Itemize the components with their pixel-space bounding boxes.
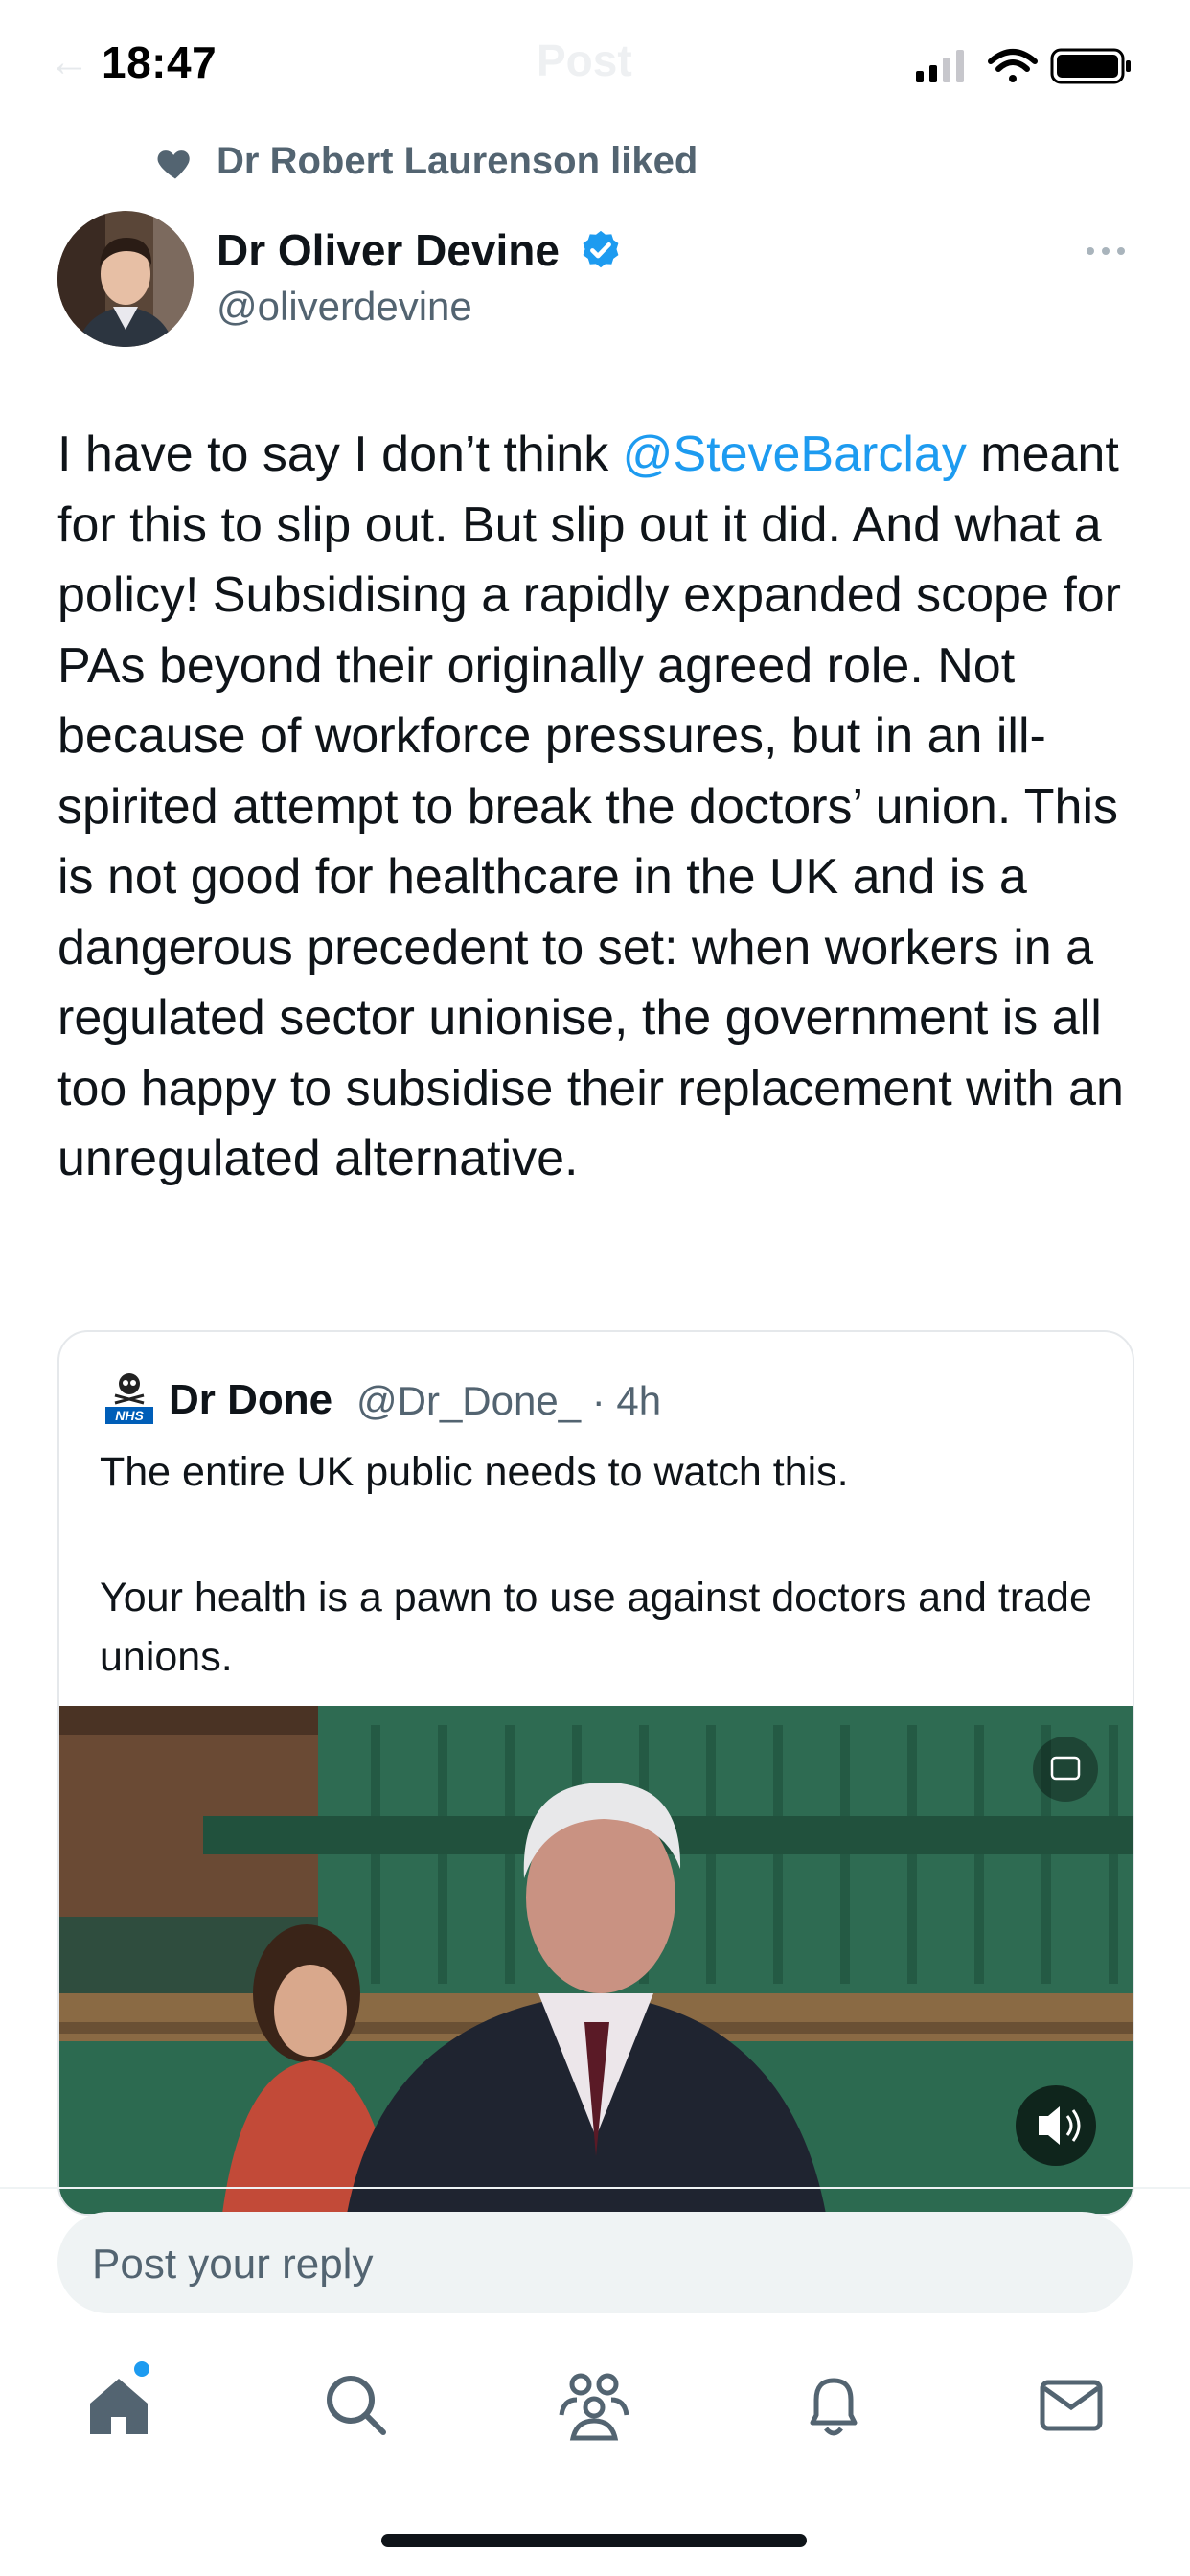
heart-icon: [157, 150, 190, 179]
battery-icon: [1050, 48, 1131, 84]
verified-badge-icon: [583, 230, 619, 268]
quoted-author-handle[interactable]: @Dr_Done_ · 4h: [356, 1378, 661, 1424]
more-options-icon[interactable]: [1083, 232, 1129, 270]
communities-icon[interactable]: [556, 2367, 632, 2444]
liked-by-text[interactable]: Dr Robert Laurenson liked: [217, 140, 698, 183]
post-text-rest: meant for this to slip out. But slip out…: [57, 426, 1124, 1186]
status-icons: [916, 48, 1131, 84]
messages-icon[interactable]: [1033, 2367, 1110, 2444]
author-handle[interactable]: @oliverdevine: [217, 284, 472, 330]
header-title: Post: [537, 35, 632, 85]
nhs-logo-text: NHS: [115, 1408, 144, 1423]
author-name[interactable]: Dr Oliver Devine: [217, 224, 560, 276]
home-icon[interactable]: [80, 2367, 157, 2444]
back-arrow-icon[interactable]: ←: [48, 38, 90, 86]
bottom-divider: [0, 2187, 1190, 2189]
home-indicator: [381, 2534, 807, 2547]
wifi-icon: [988, 49, 1038, 82]
nhs-skull-logo-icon: NHS: [105, 1373, 153, 1424]
cellular-signal-icon: [916, 50, 964, 82]
search-icon[interactable]: [318, 2367, 395, 2444]
notifications-icon[interactable]: [795, 2367, 872, 2444]
quoted-post-card[interactable]: NHS Dr Done @Dr_Done_ · 4h The entire UK…: [57, 1330, 1134, 2216]
quoted-text-line1: The entire UK public needs to watch this…: [100, 1449, 849, 1495]
video-thumbnail[interactable]: [59, 1706, 1133, 2214]
post-text-start: I have to say I don’t think: [57, 426, 623, 482]
quoted-text-line2: Your health is a pawn to use against doc…: [100, 1575, 1092, 1680]
mention-link[interactable]: @SteveBarclay: [623, 426, 967, 482]
quoted-author-name[interactable]: Dr Done: [169, 1376, 332, 1424]
post-text: I have to say I don’t think @SteveBarcla…: [57, 420, 1140, 1195]
avatar[interactable]: [57, 211, 194, 347]
reply-placeholder: Post your reply: [92, 2241, 374, 2288]
status-time: 18:47: [102, 37, 217, 87]
home-notification-dot: [134, 2361, 149, 2377]
reply-input[interactable]: Post your reply: [57, 2212, 1133, 2313]
